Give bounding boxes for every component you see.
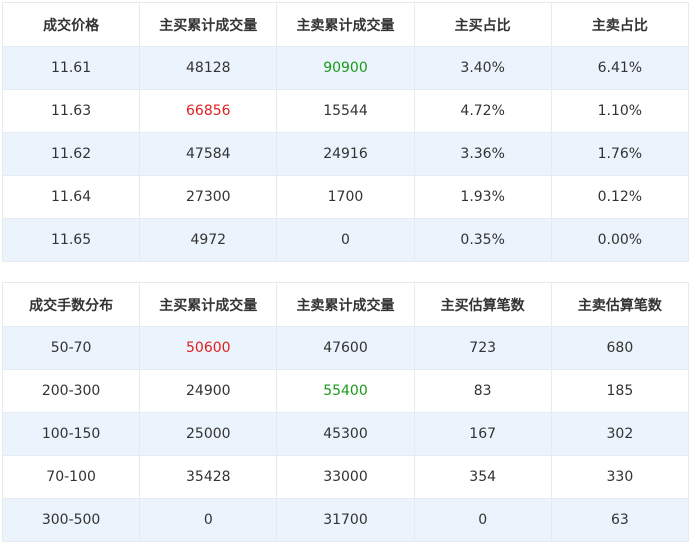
- cell-lot-size-range: 50-70: [1, 326, 141, 370]
- cell-trade-price: 11.63: [1, 89, 141, 133]
- cell-active-sell-volume: 0: [276, 218, 415, 262]
- cell-active-sell-volume: 1700: [276, 175, 415, 219]
- cell-active-buy-ratio: 4.72%: [413, 89, 552, 133]
- header-active-sell-volume: 主卖累计成交量: [276, 282, 415, 327]
- cell-active-sell-volume: 47600: [276, 326, 415, 370]
- price-distribution-table: 成交价格 主买累计成交量 主卖累计成交量 主买占比 主卖占比 11.61 481…: [1, 2, 690, 262]
- table-row: 11.63 66856 15544 4.72% 1.10%: [1, 89, 690, 133]
- cell-active-sell-trade-count: 63: [550, 498, 690, 542]
- cell-lot-size-range: 200-300: [1, 369, 141, 413]
- cell-active-buy-volume: 4972: [139, 218, 278, 262]
- cell-active-buy-ratio: 1.93%: [413, 175, 552, 219]
- cell-active-buy-volume: 47584: [139, 132, 278, 176]
- cell-active-buy-volume: 25000: [139, 412, 278, 456]
- cell-trade-price: 11.64: [1, 175, 141, 219]
- header-active-buy-volume: 主买累计成交量: [139, 2, 278, 47]
- cell-active-sell-ratio: 1.76%: [550, 132, 690, 176]
- cell-active-sell-trade-count: 302: [550, 412, 690, 456]
- cell-active-sell-ratio: 1.10%: [550, 89, 690, 133]
- header-active-buy-ratio: 主买占比: [413, 2, 552, 47]
- cell-active-buy-volume: 48128: [139, 46, 278, 90]
- header-trade-price: 成交价格: [1, 2, 141, 47]
- cell-active-buy-ratio: 3.40%: [413, 46, 552, 90]
- cell-active-buy-volume: 66856: [139, 89, 278, 133]
- table-header-row: 成交手数分布 主买累计成交量 主卖累计成交量 主买估算笔数 主卖估算笔数: [1, 282, 690, 327]
- cell-lot-size-range: 100-150: [1, 412, 141, 456]
- table-row: 11.61 48128 90900 3.40% 6.41%: [1, 46, 690, 90]
- cell-active-sell-ratio: 0.00%: [550, 218, 690, 262]
- table-row: 11.65 4972 0 0.35% 0.00%: [1, 218, 690, 262]
- cell-active-buy-volume: 35428: [139, 455, 278, 499]
- header-lot-size-range: 成交手数分布: [1, 282, 141, 327]
- cell-active-buy-ratio: 0.35%: [413, 218, 552, 262]
- cell-active-buy-trade-count: 83: [413, 369, 552, 413]
- cell-active-buy-trade-count: 0: [413, 498, 552, 542]
- header-active-sell-ratio: 主卖占比: [550, 2, 690, 47]
- cell-active-buy-volume: 50600: [139, 326, 278, 370]
- cell-lot-size-range: 70-100: [1, 455, 141, 499]
- table-row: 11.64 27300 1700 1.93% 0.12%: [1, 175, 690, 219]
- table-row: 200-300 24900 55400 83 185: [1, 369, 690, 413]
- cell-active-sell-volume: 45300: [276, 412, 415, 456]
- cell-trade-price: 11.61: [1, 46, 141, 90]
- header-active-sell-trade-count: 主卖估算笔数: [550, 282, 690, 327]
- cell-active-sell-trade-count: 680: [550, 326, 690, 370]
- cell-active-sell-volume: 90900: [276, 46, 415, 90]
- cell-active-buy-volume: 27300: [139, 175, 278, 219]
- cell-active-sell-ratio: 0.12%: [550, 175, 690, 219]
- table-row: 50-70 50600 47600 723 680: [1, 326, 690, 370]
- cell-active-sell-volume: 31700: [276, 498, 415, 542]
- table-row: 100-150 25000 45300 167 302: [1, 412, 690, 456]
- cell-lot-size-range: 300-500: [1, 498, 141, 542]
- cell-active-sell-volume: 33000: [276, 455, 415, 499]
- cell-trade-price: 11.65: [1, 218, 141, 262]
- cell-active-sell-volume: 55400: [276, 369, 415, 413]
- lot-size-distribution-table: 成交手数分布 主买累计成交量 主卖累计成交量 主买估算笔数 主卖估算笔数 50-…: [1, 282, 690, 542]
- cell-active-buy-trade-count: 167: [413, 412, 552, 456]
- table-row: 11.62 47584 24916 3.36% 1.76%: [1, 132, 690, 176]
- table-header-row: 成交价格 主买累计成交量 主卖累计成交量 主买占比 主卖占比: [1, 2, 690, 47]
- cell-active-buy-volume: 0: [139, 498, 278, 542]
- cell-active-buy-ratio: 3.36%: [413, 132, 552, 176]
- cell-active-buy-trade-count: 723: [413, 326, 552, 370]
- cell-active-buy-trade-count: 354: [413, 455, 552, 499]
- cell-active-sell-volume: 24916: [276, 132, 415, 176]
- header-active-buy-volume: 主买累计成交量: [139, 282, 278, 327]
- table-row: 300-500 0 31700 0 63: [1, 498, 690, 542]
- cell-active-buy-volume: 24900: [139, 369, 278, 413]
- table-row: 70-100 35428 33000 354 330: [1, 455, 690, 499]
- cell-active-sell-trade-count: 330: [550, 455, 690, 499]
- header-active-sell-volume: 主卖累计成交量: [276, 2, 415, 47]
- cell-active-sell-trade-count: 185: [550, 369, 690, 413]
- cell-active-sell-volume: 15544: [276, 89, 415, 133]
- cell-trade-price: 11.62: [1, 132, 141, 176]
- cell-active-sell-ratio: 6.41%: [550, 46, 690, 90]
- header-active-buy-trade-count: 主买估算笔数: [413, 282, 552, 327]
